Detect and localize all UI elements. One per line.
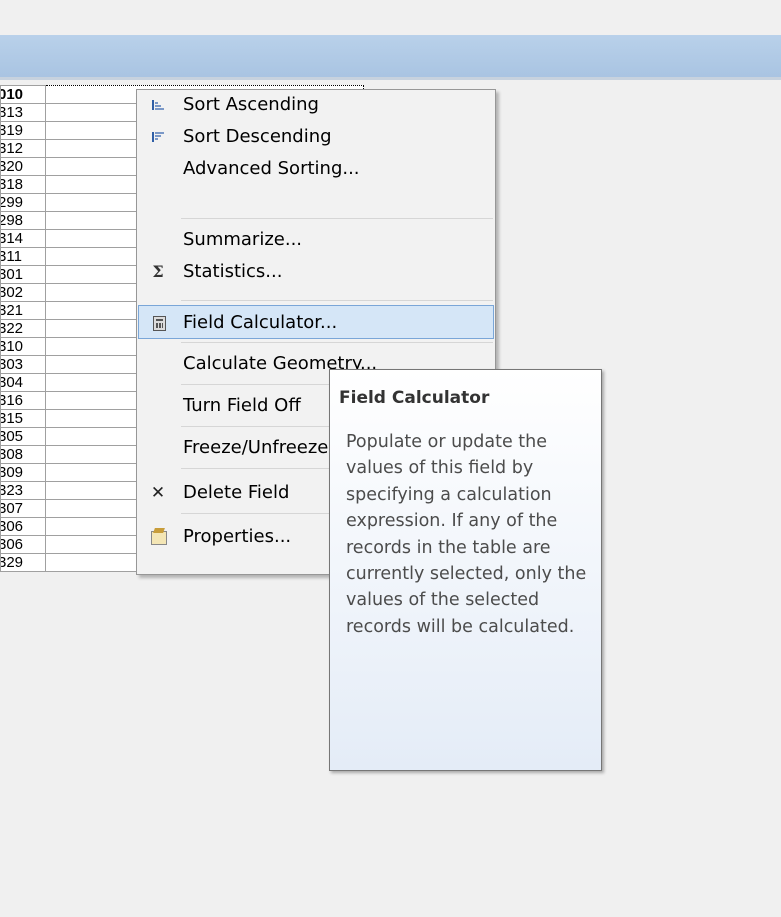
cell-id[interactable]: 306 <box>0 517 46 536</box>
cell-id[interactable]: 301 <box>0 265 46 284</box>
delete-x-icon: ✕ <box>150 483 166 503</box>
menu-item-label: Turn Field Off <box>183 395 301 416</box>
cell-id[interactable]: 314 <box>0 229 46 248</box>
menu-item-label: Advanced Sorting... <box>183 158 360 179</box>
cell-id[interactable]: 313 <box>0 103 46 122</box>
field-calculator-tooltip: Field Calculator Populate or update the … <box>329 369 602 771</box>
menu-item-advanced-sorting[interactable]: Advanced Sorting... <box>139 152 493 184</box>
column-header-id[interactable]: 010 <box>0 85 46 104</box>
cell-id[interactable]: 319 <box>0 121 46 140</box>
cell-id[interactable]: 311 <box>0 247 46 266</box>
menu-item-label: Properties... <box>183 526 292 547</box>
cell-id[interactable]: 321 <box>0 301 46 320</box>
tooltip-body: Populate or update the values of this fi… <box>346 432 587 637</box>
cell-id[interactable]: 322 <box>0 319 46 338</box>
menu-item-label: Summarize... <box>183 229 303 250</box>
cell-id[interactable]: 312 <box>0 139 46 158</box>
cell-id[interactable]: 329 <box>0 553 46 572</box>
menu-item-statistics[interactable]: Σ Statistics... <box>139 255 493 287</box>
cell-id[interactable]: 303 <box>0 355 46 374</box>
sort-descending-icon <box>147 126 169 148</box>
sigma-icon: Σ <box>152 262 164 281</box>
table-window-title-bar <box>0 35 781 77</box>
menu-item-label: Statistics... <box>183 261 283 282</box>
cell-id[interactable]: 299 <box>0 193 46 212</box>
cell-id[interactable]: 304 <box>0 373 46 392</box>
menu-item-field-calculator[interactable]: Field Calculator... <box>138 305 494 339</box>
menu-item-label: Field Calculator... <box>183 312 338 333</box>
cell-id[interactable]: 318 <box>0 175 46 194</box>
cell-id[interactable]: 315 <box>0 409 46 428</box>
menu-item-label: Sort Descending <box>183 126 332 147</box>
sort-ascending-icon <box>147 94 169 116</box>
cell-id[interactable]: 306 <box>0 535 46 554</box>
cell-id[interactable]: 298 <box>0 211 46 230</box>
cell-id[interactable]: 302 <box>0 283 46 302</box>
cell-id[interactable]: 305 <box>0 427 46 446</box>
menu-item-label: Delete Field <box>183 482 290 503</box>
cell-id[interactable]: 320 <box>0 157 46 176</box>
menu-item-label: Sort Ascending <box>183 94 319 115</box>
cell-id[interactable]: 309 <box>0 463 46 482</box>
cell-id[interactable]: 307 <box>0 499 46 518</box>
menu-item-summarize[interactable]: Summarize... <box>139 223 493 255</box>
menu-separator <box>181 342 493 343</box>
tooltip-title: Field Calculator <box>339 388 490 408</box>
cell-id[interactable]: 308 <box>0 445 46 464</box>
properties-icon <box>147 526 169 548</box>
menu-item-sort-descending[interactable]: Sort Descending <box>139 120 493 152</box>
cell-id[interactable]: 323 <box>0 481 46 500</box>
calculator-icon <box>147 312 169 334</box>
menu-separator <box>181 300 493 301</box>
cell-id[interactable]: 316 <box>0 391 46 410</box>
cell-id[interactable]: 310 <box>0 337 46 356</box>
menu-separator <box>181 218 493 219</box>
top-strip <box>0 0 781 35</box>
menu-item-sort-ascending[interactable]: Sort Ascending <box>139 88 493 120</box>
